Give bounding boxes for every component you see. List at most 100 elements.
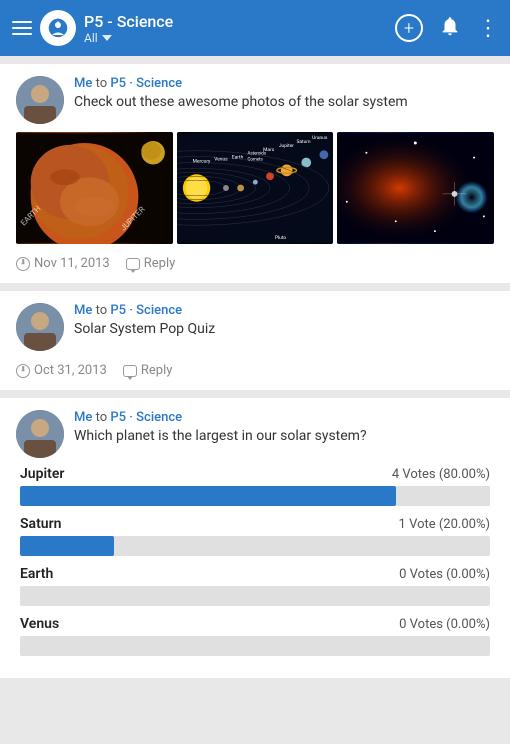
poll-container: Jupiter 4 Votes (80.00%) Saturn 1 Vote (… <box>16 466 494 656</box>
svg-text:Jupiter: Jupiter <box>279 143 294 149</box>
poll-option-saturn[interactable]: Saturn 1 Vote (20.00%) <box>20 516 490 556</box>
svg-text:Earth: Earth <box>232 155 244 161</box>
app-header: P5 - Science All + ⋮ <box>0 0 510 56</box>
poll-label-saturn: Saturn <box>20 516 61 532</box>
avatar-image-1 <box>16 76 64 124</box>
add-icon[interactable]: + <box>395 14 423 42</box>
post-image-space[interactable] <box>337 132 494 244</box>
post-to-3: to <box>96 410 111 425</box>
poll-bar-bg-earth <box>20 586 490 606</box>
header-title: P5 - Science <box>84 12 173 31</box>
post-meta-2: Me to P5 · Science Solar System Pop Quiz <box>74 303 494 340</box>
reply-button-2[interactable]: Reply <box>123 363 173 378</box>
poll-option-earth[interactable]: Earth 0 Votes (0.00%) <box>20 566 490 606</box>
poll-votes-earth: 0 Votes (0.00%) <box>399 567 490 582</box>
poll-bar-bg-jupiter <box>20 486 490 506</box>
post-channel-name-1: P5 · Science <box>110 76 182 91</box>
svg-text:Mars: Mars <box>263 147 275 153</box>
reply-label-1: Reply <box>144 256 176 271</box>
avatar-image-2 <box>16 303 64 351</box>
svg-text:Comets: Comets <box>247 158 263 163</box>
post-text-3: Which planet is the largest in our solar… <box>74 427 494 447</box>
poll-label-jupiter: Jupiter <box>20 466 64 482</box>
poll-label-earth: Earth <box>20 566 53 582</box>
svg-text:Mercury: Mercury <box>192 159 210 165</box>
timestamp-text-1: Nov 11, 2013 <box>34 256 110 271</box>
avatar-image-3 <box>16 410 64 458</box>
post-header-3: Me to P5 · Science Which planet is the l… <box>16 410 494 458</box>
post-card-3: Me to P5 · Science Which planet is the l… <box>0 398 510 678</box>
header-subtitle-text: All <box>84 31 98 45</box>
post-sender-name-1: Me <box>74 76 92 91</box>
header-subtitle[interactable]: All <box>84 31 173 45</box>
post-header-1: Me to P5 · Science Check out these aweso… <box>16 76 494 124</box>
header-title-group: P5 - Science All <box>84 12 173 45</box>
poll-option-venus[interactable]: Venus 0 Votes (0.00%) <box>20 616 490 656</box>
poll-bar-fill-jupiter <box>20 486 396 506</box>
poll-bar-fill-saturn <box>20 536 114 556</box>
svg-text:Venus: Venus <box>214 157 228 163</box>
post-channel-1: to <box>96 76 111 91</box>
post-from-1: Me to P5 · Science <box>74 76 494 91</box>
poll-votes-jupiter: 4 Votes (80.00%) <box>392 467 490 482</box>
chevron-down-icon <box>102 35 112 41</box>
poll-votes-saturn: 1 Vote (20.00%) <box>399 517 490 532</box>
post-from-3: Me to P5 · Science <box>74 410 494 425</box>
post-sender-name-2: Me <box>74 303 92 318</box>
header-actions: + ⋮ <box>395 14 498 42</box>
post-sender-name-3: Me <box>74 410 92 425</box>
notification-icon[interactable] <box>439 15 461 42</box>
post-from-2: Me to P5 · Science <box>74 303 494 318</box>
poll-bar-bg-venus <box>20 636 490 656</box>
poll-bar-bg-saturn <box>20 536 490 556</box>
avatar-3 <box>16 410 64 458</box>
more-options-icon[interactable]: ⋮ <box>477 16 498 41</box>
avatar-svg-3 <box>16 410 64 458</box>
post-image-mars[interactable]: EARTH JUPITER <box>16 132 173 244</box>
avatar-1 <box>16 76 64 124</box>
post-channel-name-2: P5 · Science <box>110 303 182 318</box>
post-timestamp-1: Nov 11, 2013 <box>16 256 110 271</box>
reply-button-1[interactable]: Reply <box>126 256 176 271</box>
logo-icon <box>46 16 70 40</box>
clock-icon-2 <box>16 364 30 378</box>
reply-label-2: Reply <box>141 363 173 378</box>
post-to-2: to <box>96 303 111 318</box>
poll-votes-venus: 0 Votes (0.00%) <box>399 617 490 632</box>
poll-option-header-jupiter: Jupiter 4 Votes (80.00%) <box>20 466 490 482</box>
avatar-svg-1 <box>16 76 64 124</box>
poll-option-header-venus: Venus 0 Votes (0.00%) <box>20 616 490 632</box>
reply-bubble-icon-1 <box>126 258 140 270</box>
post-feed: Me to P5 · Science Check out these aweso… <box>0 56 510 686</box>
post-card-1: Me to P5 · Science Check out these aweso… <box>0 64 510 283</box>
reply-bubble-icon-2 <box>123 365 137 377</box>
space-svg <box>337 132 494 244</box>
post-timestamp-2: Oct 31, 2013 <box>16 363 107 378</box>
post-images-1: EARTH JUPITER <box>16 132 494 244</box>
post-channel-name-3: P5 · Science <box>110 410 182 425</box>
post-image-diagram[interactable]: Mercury Venus Earth Asteroids Comets Mar… <box>177 132 334 244</box>
app-logo <box>40 10 76 46</box>
poll-label-venus: Venus <box>20 616 59 632</box>
post-meta-1: Me to P5 · Science Check out these aweso… <box>74 76 494 113</box>
mars-svg: EARTH JUPITER <box>16 132 173 244</box>
poll-option-header-earth: Earth 0 Votes (0.00%) <box>20 566 490 582</box>
avatar-2 <box>16 303 64 351</box>
poll-option-jupiter[interactable]: Jupiter 4 Votes (80.00%) <box>20 466 490 506</box>
svg-text:Saturn: Saturn <box>296 139 310 145</box>
clock-icon-1 <box>16 257 30 271</box>
hamburger-menu[interactable] <box>12 21 32 35</box>
svg-text:Pluto: Pluto <box>275 235 286 241</box>
diagram-svg: Mercury Venus Earth Asteroids Comets Mar… <box>177 132 334 244</box>
bell-svg <box>439 15 461 37</box>
post-header-2: Me to P5 · Science Solar System Pop Quiz <box>16 303 494 351</box>
timestamp-text-2: Oct 31, 2013 <box>34 363 107 378</box>
post-footer-1: Nov 11, 2013 Reply <box>16 252 494 271</box>
post-text-2: Solar System Pop Quiz <box>74 320 494 340</box>
svg-text:Uranus: Uranus <box>312 135 328 141</box>
poll-option-header-saturn: Saturn 1 Vote (20.00%) <box>20 516 490 532</box>
header-left: P5 - Science All <box>12 10 395 46</box>
post-text-1: Check out these awesome photos of the so… <box>74 93 494 113</box>
avatar-svg-2 <box>16 303 64 351</box>
post-card-2: Me to P5 · Science Solar System Pop Quiz… <box>0 291 510 390</box>
